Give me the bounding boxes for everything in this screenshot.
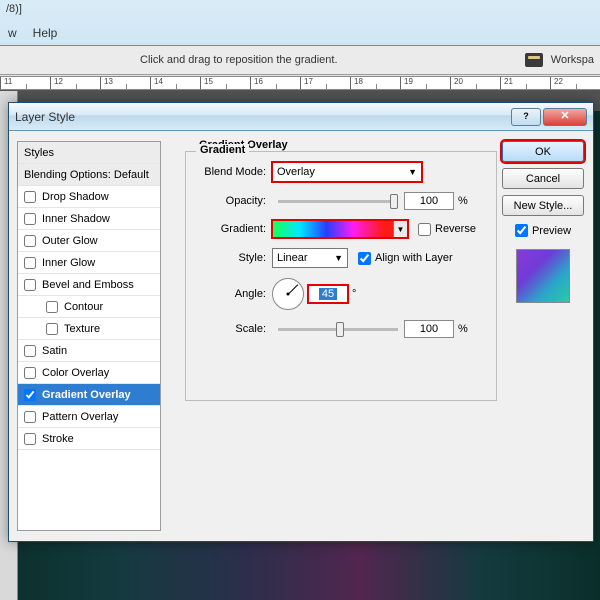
checkbox[interactable] bbox=[24, 411, 36, 423]
checkbox[interactable] bbox=[24, 257, 36, 269]
ruler-tick: 14 bbox=[150, 77, 200, 89]
chevron-down-icon[interactable]: ▼ bbox=[393, 221, 407, 237]
angle-input[interactable]: 45 bbox=[308, 285, 348, 303]
help-button[interactable]: ? bbox=[511, 108, 541, 126]
bridge-icon[interactable] bbox=[525, 53, 543, 67]
style-contour[interactable]: Contour bbox=[18, 296, 160, 318]
menu-bar: w Help bbox=[0, 22, 65, 44]
checkbox[interactable] bbox=[46, 323, 58, 335]
app-titlebar: /8)] w Help bbox=[0, 0, 600, 46]
ruler-tick: 22 bbox=[550, 77, 600, 89]
ruler-tick: 21 bbox=[500, 77, 550, 89]
checkbox[interactable] bbox=[46, 301, 58, 313]
chevron-down-icon: ▼ bbox=[334, 253, 343, 263]
ruler-tick: 17 bbox=[300, 77, 350, 89]
cancel-button[interactable]: Cancel bbox=[502, 168, 584, 189]
ruler-tick: 16 bbox=[250, 77, 300, 89]
scale-unit: % bbox=[458, 323, 468, 335]
ok-button[interactable]: OK bbox=[502, 141, 584, 162]
dialog-title: Layer Style bbox=[15, 110, 75, 124]
dialog-buttons: OK Cancel New Style... Preview bbox=[501, 141, 585, 303]
style-gradient-overlay[interactable]: Gradient Overlay bbox=[18, 384, 160, 406]
style-satin[interactable]: Satin bbox=[18, 340, 160, 362]
gradient-overlay-panel: Gradient Overlay Gradient Blend Mode: Ov… bbox=[171, 139, 497, 499]
title-fragment: /8)] bbox=[0, 1, 28, 17]
blend-mode-select[interactable]: Overlay ▼ bbox=[272, 162, 422, 182]
ruler-tick: 12 bbox=[50, 77, 100, 89]
preview-label: Preview bbox=[532, 225, 571, 237]
reverse-checkbox[interactable] bbox=[418, 223, 431, 236]
styles-list: Styles Blending Options: Default Drop Sh… bbox=[17, 141, 161, 531]
style-texture[interactable]: Texture bbox=[18, 318, 160, 340]
style-outer-glow[interactable]: Outer Glow bbox=[18, 230, 160, 252]
workspace-label[interactable]: Workspa bbox=[551, 54, 594, 66]
checkbox[interactable] bbox=[24, 213, 36, 225]
blend-mode-label: Blend Mode: bbox=[194, 166, 272, 178]
close-button[interactable]: ✕ bbox=[543, 108, 587, 126]
checkbox[interactable] bbox=[24, 235, 36, 247]
close-icon: ✕ bbox=[560, 111, 569, 122]
angle-unit: ° bbox=[352, 288, 356, 300]
angle-dial[interactable] bbox=[272, 278, 304, 310]
checkbox[interactable] bbox=[24, 279, 36, 291]
style-pattern-overlay[interactable]: Pattern Overlay bbox=[18, 406, 160, 428]
dialog-titlebar[interactable]: Layer Style ? ✕ bbox=[9, 103, 593, 131]
style-color-overlay[interactable]: Color Overlay bbox=[18, 362, 160, 384]
style-inner-glow[interactable]: Inner Glow bbox=[18, 252, 160, 274]
checkbox[interactable] bbox=[24, 367, 36, 379]
preview-checkbox[interactable] bbox=[515, 224, 528, 237]
ruler-tick: 15 bbox=[200, 77, 250, 89]
style-inner-shadow[interactable]: Inner Shadow bbox=[18, 208, 160, 230]
ruler-tick: 19 bbox=[400, 77, 450, 89]
options-bar: Click and drag to reposition the gradien… bbox=[0, 46, 600, 75]
gradient-label: Gradient: bbox=[194, 223, 272, 235]
checkbox[interactable] bbox=[24, 389, 36, 401]
scale-label: Scale: bbox=[194, 323, 272, 335]
style-drop-shadow[interactable]: Drop Shadow bbox=[18, 186, 160, 208]
ruler-tick: 11 bbox=[0, 77, 50, 89]
menu-item[interactable]: w bbox=[8, 26, 17, 40]
ruler-tick: 18 bbox=[350, 77, 400, 89]
opacity-slider[interactable] bbox=[278, 200, 398, 203]
style-stroke[interactable]: Stroke bbox=[18, 428, 160, 450]
scale-slider[interactable] bbox=[278, 328, 398, 331]
gradient-picker[interactable]: ▼ bbox=[272, 220, 408, 238]
angle-label: Angle: bbox=[194, 288, 272, 300]
ruler: 11 12 13 14 15 16 17 18 19 20 21 22 bbox=[0, 76, 600, 90]
ruler-tick: 13 bbox=[100, 77, 150, 89]
new-style-button[interactable]: New Style... bbox=[502, 195, 584, 216]
opacity-label: Opacity: bbox=[194, 195, 272, 207]
style-select[interactable]: Linear ▼ bbox=[272, 248, 348, 268]
ruler-tick: 20 bbox=[450, 77, 500, 89]
opacity-value[interactable]: 100 bbox=[404, 192, 454, 210]
styles-header[interactable]: Styles bbox=[18, 142, 160, 164]
checkbox[interactable] bbox=[24, 433, 36, 445]
opacity-unit: % bbox=[458, 195, 468, 207]
tool-hint: Click and drag to reposition the gradien… bbox=[140, 54, 338, 66]
blending-options[interactable]: Blending Options: Default bbox=[18, 164, 160, 186]
layer-style-dialog: Layer Style ? ✕ Styles Blending Options:… bbox=[8, 102, 594, 542]
style-label: Style: bbox=[194, 252, 272, 264]
checkbox[interactable] bbox=[24, 345, 36, 357]
align-checkbox[interactable] bbox=[358, 252, 371, 265]
chevron-down-icon: ▼ bbox=[408, 167, 417, 177]
group-title: Gradient bbox=[196, 144, 249, 156]
checkbox[interactable] bbox=[24, 191, 36, 203]
scale-value[interactable]: 100 bbox=[404, 320, 454, 338]
menu-item-help[interactable]: Help bbox=[33, 26, 58, 40]
style-bevel[interactable]: Bevel and Emboss bbox=[18, 274, 160, 296]
preview-swatch bbox=[516, 249, 570, 303]
